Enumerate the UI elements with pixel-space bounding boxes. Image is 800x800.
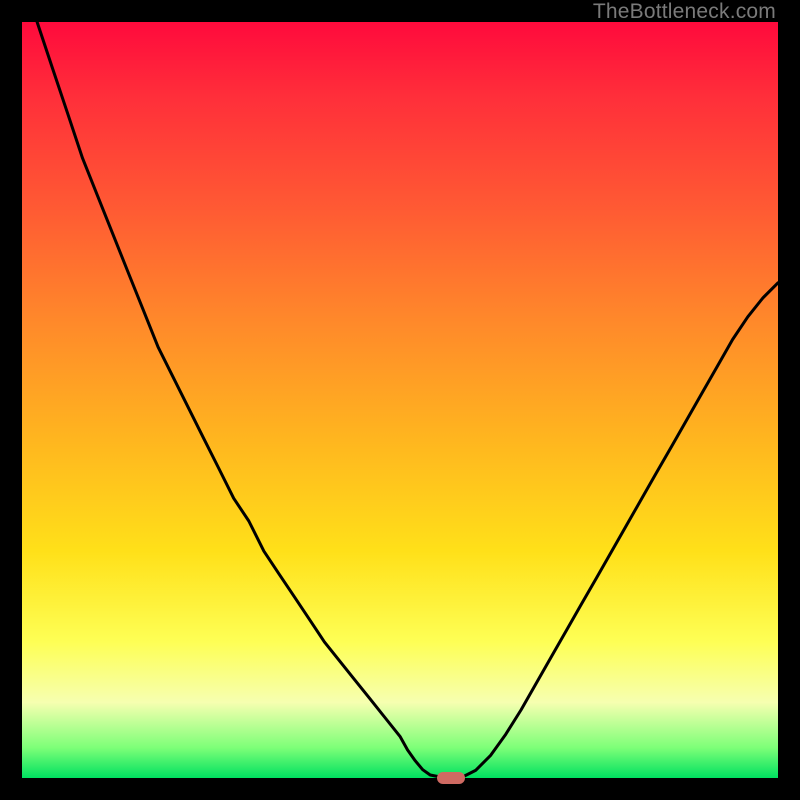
chart-frame: TheBottleneck.com	[0, 0, 800, 800]
plot-area	[22, 22, 778, 778]
vertex-marker	[437, 772, 465, 784]
watermark-text: TheBottleneck.com	[593, 0, 776, 24]
curve-path	[37, 22, 778, 778]
bottleneck-curve	[22, 22, 778, 778]
